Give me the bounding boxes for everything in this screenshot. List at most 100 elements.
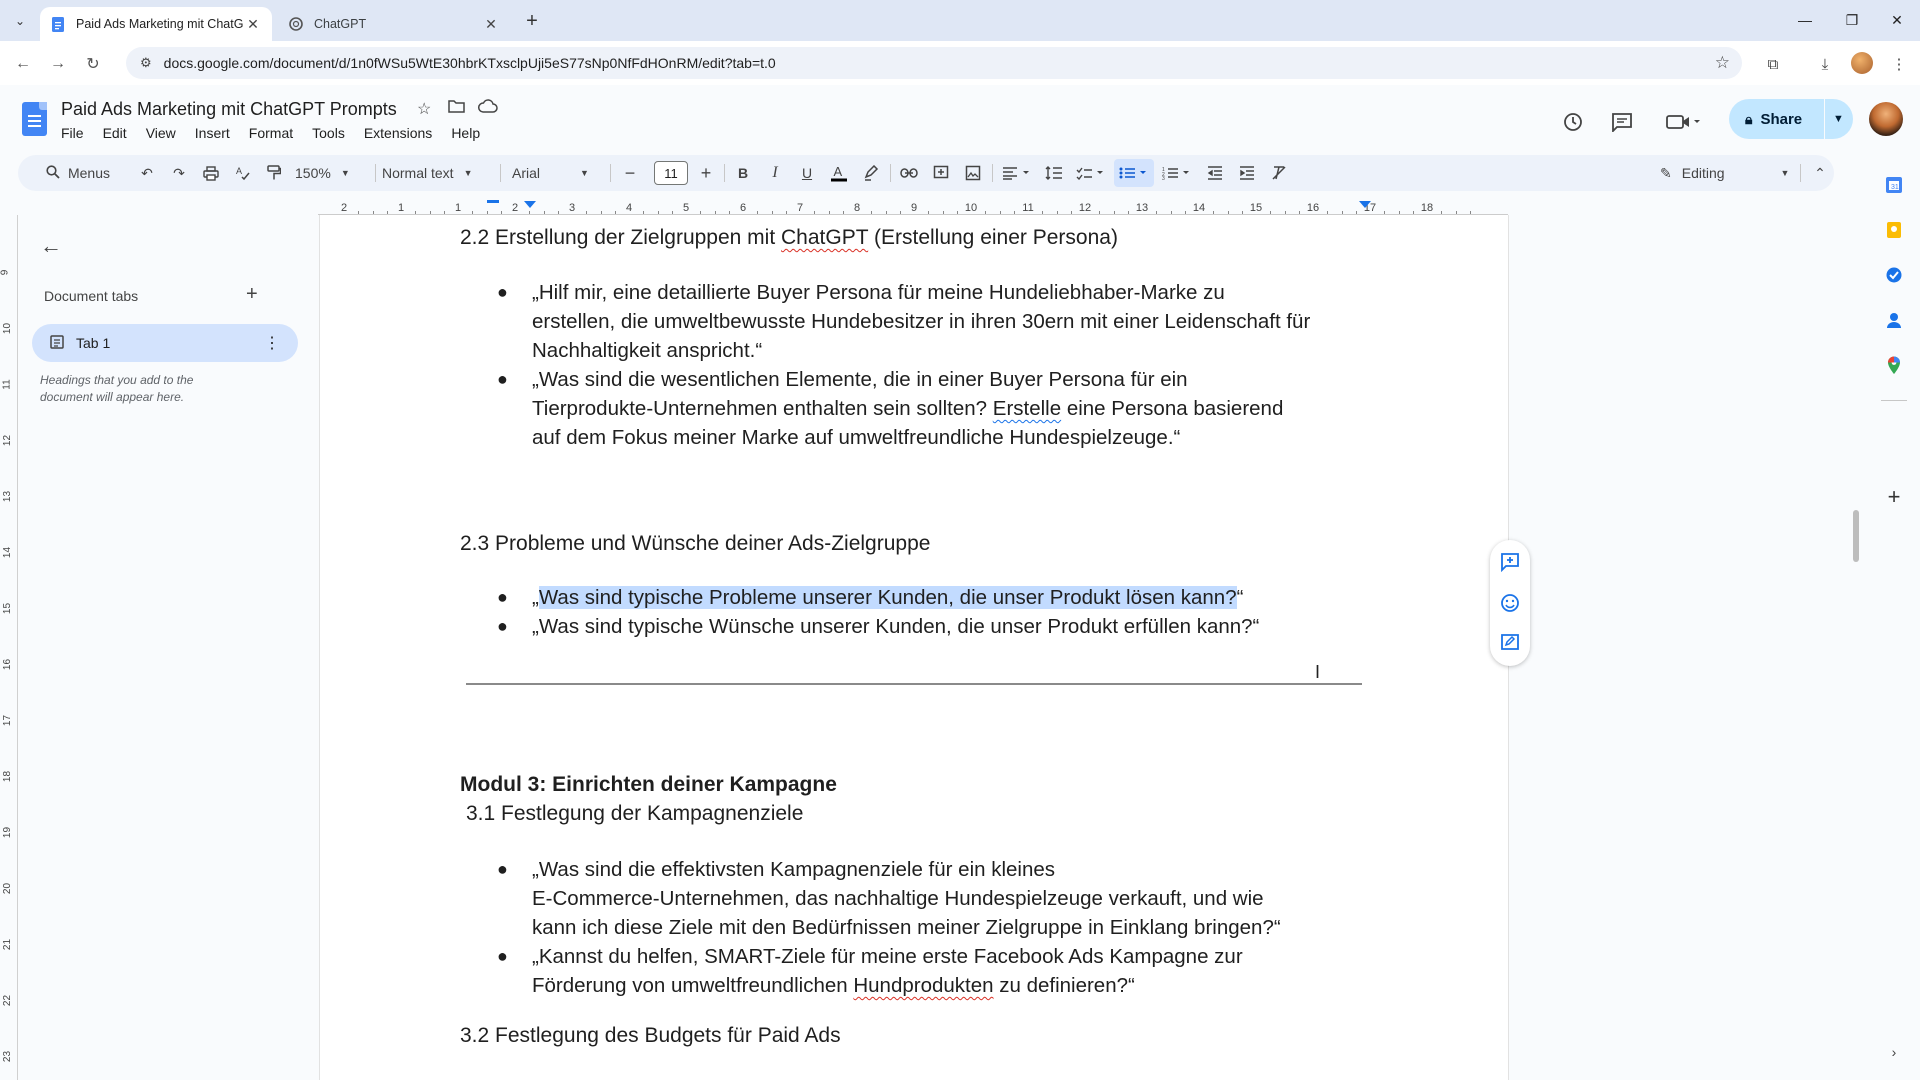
meet-video-icon[interactable] bbox=[1662, 107, 1706, 137]
close-tab-icon[interactable]: ✕ bbox=[482, 15, 500, 33]
misspelled-word[interactable]: ChatGPT bbox=[781, 226, 868, 249]
share-button[interactable]: 🔒︎ Share ▼ bbox=[1729, 99, 1853, 139]
version-history-icon[interactable] bbox=[1558, 107, 1588, 137]
reload-icon[interactable]: ↻ bbox=[80, 51, 106, 77]
underline-icon[interactable]: U bbox=[794, 155, 820, 191]
paint-format-icon[interactable] bbox=[261, 155, 287, 191]
add-emoji-reaction-icon[interactable] bbox=[1498, 591, 1522, 615]
insert-link-icon[interactable] bbox=[896, 155, 922, 191]
heading-2-3[interactable]: 2.3 Probleme und Wünsche deiner Ads-Ziel… bbox=[460, 532, 930, 556]
star-icon[interactable]: ☆ bbox=[417, 99, 431, 119]
font-size-input[interactable]: 11 bbox=[654, 161, 688, 185]
redo-icon[interactable]: ↷ bbox=[166, 155, 192, 191]
move-folder-icon[interactable] bbox=[448, 99, 465, 118]
tab-search-chevron-icon[interactable]: ⌄ bbox=[8, 9, 32, 33]
list-item[interactable]: „Was sind die wesentlichen Elemente, die… bbox=[532, 365, 1372, 452]
get-add-ons-plus-icon[interactable]: + bbox=[1882, 484, 1906, 509]
forward-arrow-icon[interactable]: → bbox=[45, 51, 71, 77]
font-family-dropdown[interactable]: Arial ▼ bbox=[512, 155, 589, 191]
vertical-ruler[interactable]: 9 10 11 12 13 14 15 16 17 18 19 20 21 22 23 bbox=[0, 215, 18, 1080]
bulleted-list-button[interactable] bbox=[1114, 159, 1154, 187]
grammar-suggestion-word[interactable]: Erstelle bbox=[993, 397, 1061, 420]
heading-3-1[interactable]: 3.1 Festlegung der Kampagnenziele bbox=[466, 802, 803, 826]
comments-icon[interactable] bbox=[1607, 107, 1637, 137]
browser-tab-docs[interactable]: Paid Ads Marketing mit ChatGPT ✕ bbox=[40, 7, 272, 41]
module-3-heading[interactable]: Modul 3: Einrichten deiner Kampagne bbox=[460, 773, 837, 797]
align-dropdown-icon[interactable] bbox=[998, 155, 1036, 191]
back-arrow-icon[interactable]: ← bbox=[10, 51, 36, 77]
window-close-icon[interactable]: ✕ bbox=[1882, 8, 1912, 32]
decrease-indent-icon[interactable] bbox=[1202, 155, 1228, 191]
document-tab-item[interactable]: Tab 1 ⋮ bbox=[32, 324, 298, 362]
download-icon[interactable]: ⤓ bbox=[1812, 51, 1838, 77]
list-item[interactable]: „Hilf mir, eine detaillierte Buyer Perso… bbox=[532, 278, 1372, 365]
user-avatar[interactable] bbox=[1869, 102, 1903, 136]
highlight-color-icon[interactable] bbox=[858, 155, 884, 191]
insert-image-icon[interactable] bbox=[960, 155, 986, 191]
extensions-puzzle-icon[interactable]: ⧉ bbox=[1760, 51, 1786, 77]
editing-mode-dropdown[interactable]: ✎ Editing ▼ bbox=[1660, 155, 1789, 191]
numbered-list-icon[interactable]: 123 bbox=[1158, 155, 1196, 191]
menu-tools[interactable]: Tools bbox=[312, 125, 345, 141]
tab-options-kebab-icon[interactable]: ⋮ bbox=[264, 333, 280, 353]
show-side-panel-chevron-icon[interactable]: › bbox=[1882, 1040, 1906, 1064]
menu-insert[interactable]: Insert bbox=[195, 125, 230, 141]
new-tab-plus-icon[interactable]: + bbox=[520, 9, 544, 33]
restore-icon[interactable]: ❐ bbox=[1837, 8, 1867, 32]
browser-tab-chatgpt[interactable]: ChatGPT ✕ bbox=[278, 7, 510, 41]
menu-edit[interactable]: Edit bbox=[103, 125, 127, 141]
italic-icon[interactable]: I bbox=[762, 155, 788, 191]
site-info-icon[interactable]: ⚙ bbox=[140, 55, 152, 71]
zoom-dropdown[interactable]: 150% ▼ bbox=[295, 155, 350, 191]
menu-format[interactable]: Format bbox=[249, 125, 293, 141]
list-item[interactable]: „Was sind die effektivsten Kampagnenziel… bbox=[532, 855, 1372, 942]
list-item[interactable]: „Kannst du helfen, SMART-Ziele für meine… bbox=[532, 942, 1372, 1000]
share-dropdown-caret-icon[interactable]: ▼ bbox=[1833, 113, 1844, 125]
browser-profile-avatar[interactable] bbox=[1851, 52, 1873, 74]
text-color-icon[interactable]: A bbox=[826, 155, 852, 191]
suggest-edits-icon[interactable] bbox=[1498, 631, 1522, 655]
increase-font-size-icon[interactable]: + bbox=[694, 155, 718, 191]
heading-3-2[interactable]: 3.2 Festlegung des Budgets für Paid Ads bbox=[460, 1024, 841, 1048]
menu-view[interactable]: View bbox=[146, 125, 176, 141]
list-item-selected[interactable]: „Was sind typische Probleme unserer Kund… bbox=[532, 583, 1372, 612]
undo-icon[interactable]: ↶ bbox=[134, 155, 160, 191]
contacts-icon[interactable] bbox=[1882, 308, 1906, 332]
close-tab-icon[interactable]: ✕ bbox=[244, 15, 262, 33]
document-title[interactable]: Paid Ads Marketing mit ChatGPT Prompts bbox=[61, 99, 397, 120]
left-indent-marker[interactable] bbox=[524, 201, 536, 208]
clear-formatting-icon[interactable] bbox=[1266, 155, 1292, 191]
add-comment-float-icon[interactable] bbox=[1498, 550, 1522, 574]
print-icon[interactable] bbox=[198, 155, 224, 191]
google-docs-logo-icon[interactable] bbox=[22, 102, 47, 136]
hide-menus-chevron-up-icon[interactable]: ⌃ bbox=[1808, 155, 1832, 191]
calendar-icon[interactable]: 31 bbox=[1882, 173, 1906, 197]
first-line-indent-marker[interactable] bbox=[487, 200, 499, 203]
bold-icon[interactable]: B bbox=[730, 155, 756, 191]
increase-indent-icon[interactable] bbox=[1234, 155, 1260, 191]
checklist-icon[interactable] bbox=[1072, 155, 1110, 191]
heading-2-2[interactable]: 2.2 Erstellung der Zielgruppen mit ChatG… bbox=[460, 226, 1118, 250]
minimize-icon[interactable]: — bbox=[1790, 8, 1820, 32]
menu-extensions[interactable]: Extensions bbox=[364, 125, 432, 141]
decrease-font-size-icon[interactable]: − bbox=[618, 155, 642, 191]
bookmark-star-icon[interactable]: ☆ bbox=[1715, 53, 1730, 73]
tasks-icon[interactable] bbox=[1882, 263, 1906, 287]
add-tab-plus-icon[interactable]: + bbox=[246, 283, 258, 306]
menu-help[interactable]: Help bbox=[451, 125, 480, 141]
maps-icon[interactable] bbox=[1882, 353, 1906, 377]
keep-icon[interactable] bbox=[1882, 218, 1906, 242]
address-bar[interactable]: ⚙ docs.google.com/document/d/1n0fWSu5WtE… bbox=[126, 47, 1742, 79]
cloud-saved-icon[interactable] bbox=[478, 99, 498, 118]
browser-menu-kebab-icon[interactable]: ⋮ bbox=[1886, 51, 1912, 77]
right-indent-marker[interactable] bbox=[1359, 201, 1371, 208]
line-spacing-icon[interactable] bbox=[1040, 155, 1068, 191]
menus-search-button[interactable]: Menus bbox=[28, 155, 128, 191]
add-comment-icon[interactable] bbox=[928, 155, 954, 191]
vertical-scrollbar-thumb[interactable] bbox=[1853, 510, 1859, 562]
menu-file[interactable]: File bbox=[61, 125, 84, 141]
selected-text[interactable]: Was sind typische Probleme unserer Kunde… bbox=[538, 586, 1237, 609]
misspelled-word[interactable]: Hundprodukten bbox=[853, 974, 993, 997]
spellcheck-icon[interactable]: A bbox=[230, 155, 256, 191]
close-outline-arrow-icon[interactable]: ← bbox=[40, 233, 62, 259]
